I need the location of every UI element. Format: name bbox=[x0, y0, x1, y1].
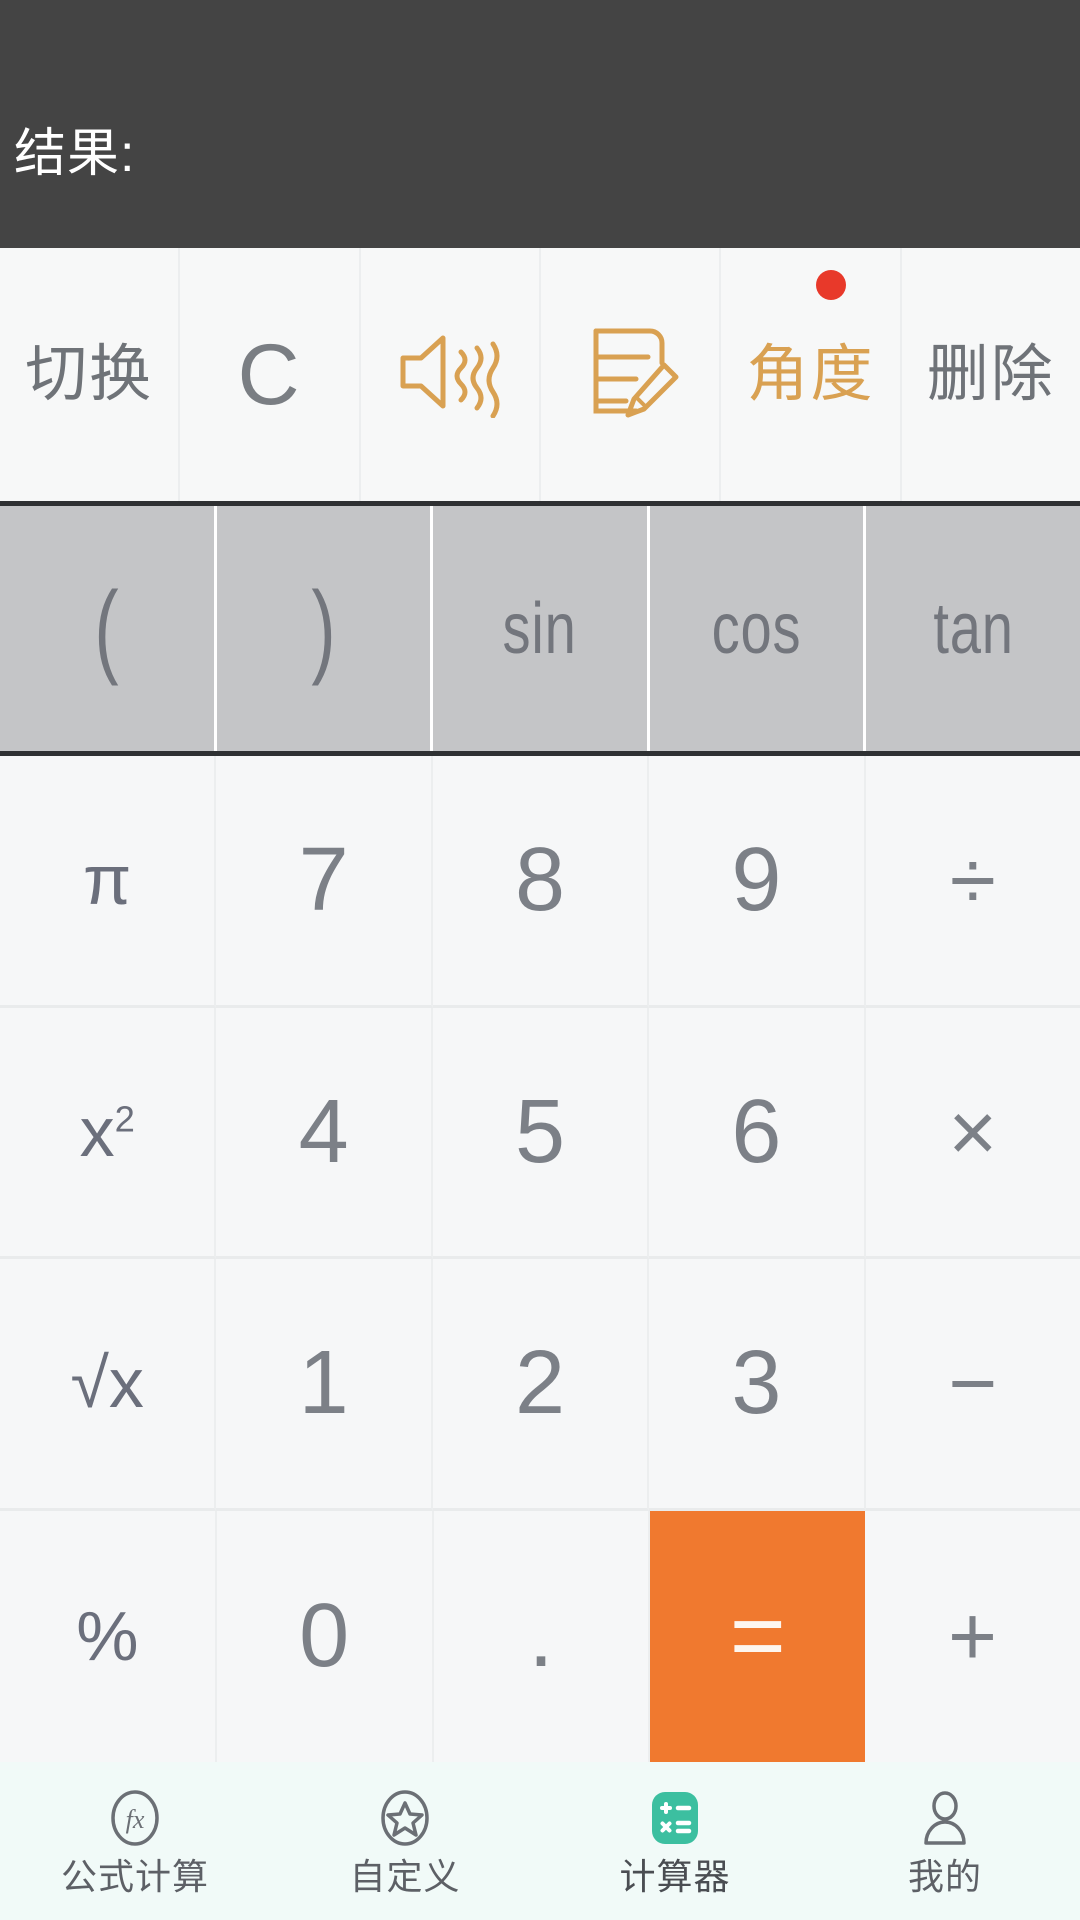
toolbar-switch-button[interactable]: 切换 bbox=[0, 248, 181, 501]
key-paren-open-label: ( bbox=[94, 570, 120, 687]
toolbar-note-button[interactable] bbox=[540, 248, 722, 501]
note-edit-icon bbox=[578, 317, 682, 432]
key-divide-label: ÷ bbox=[949, 833, 996, 928]
keypad-row: π 7 8 9 ÷ bbox=[0, 756, 1080, 1008]
key-multiply-label: × bbox=[948, 1084, 998, 1179]
angle-notification-badge bbox=[816, 270, 847, 300]
key-percent-label: % bbox=[76, 1597, 139, 1676]
nav-item-profile[interactable]: 我的 bbox=[810, 1762, 1080, 1920]
fx-circle-icon: fx bbox=[105, 1787, 165, 1849]
key-5-label: 5 bbox=[514, 1081, 566, 1182]
sound-vibrate-icon bbox=[391, 326, 509, 423]
key-4-label: 4 bbox=[298, 1081, 349, 1182]
key-1-label: 1 bbox=[298, 1333, 349, 1434]
keypad-row: % 0 . = + bbox=[0, 1510, 1080, 1762]
key-0[interactable]: 0 bbox=[216, 1510, 434, 1762]
key-pi[interactable]: π bbox=[0, 756, 217, 1008]
nav-item-calculator[interactable]: 计算器 bbox=[540, 1762, 810, 1920]
nav-item-custom-label: 自定义 bbox=[349, 1856, 461, 1897]
key-tan-label: tan bbox=[932, 588, 1014, 669]
nav-item-custom[interactable]: 自定义 bbox=[270, 1762, 540, 1920]
svg-text:fx: fx bbox=[126, 1805, 145, 1834]
key-4[interactable]: 4 bbox=[216, 1007, 433, 1259]
key-1[interactable]: 1 bbox=[216, 1259, 433, 1511]
key-9[interactable]: 9 bbox=[649, 756, 866, 1008]
key-percent[interactable]: % bbox=[0, 1510, 217, 1762]
function-row: ( ) sin cos tan bbox=[0, 506, 1080, 756]
key-9-label: 9 bbox=[731, 830, 782, 931]
key-3[interactable]: 3 bbox=[649, 1259, 866, 1511]
keypad-row: x2 4 5 6 × bbox=[0, 1007, 1080, 1259]
key-equals-label: = bbox=[729, 1582, 786, 1690]
display-result-label: 结果: bbox=[14, 125, 136, 183]
toolbar-clear-label: C bbox=[237, 326, 302, 423]
toolbar-delete-label: 删除 bbox=[926, 339, 1055, 409]
key-decimal-point[interactable]: . bbox=[433, 1510, 651, 1762]
key-decimal-point-label: . bbox=[528, 1586, 554, 1687]
nav-item-profile-label: 我的 bbox=[907, 1856, 982, 1897]
key-3-label: 3 bbox=[731, 1333, 782, 1434]
key-2-label: 2 bbox=[514, 1333, 566, 1434]
key-paren-close-label: ) bbox=[310, 570, 336, 687]
person-icon bbox=[915, 1787, 975, 1849]
key-6[interactable]: 6 bbox=[649, 1007, 866, 1259]
key-square[interactable]: x2 bbox=[0, 1007, 217, 1259]
key-sin[interactable]: sin bbox=[433, 506, 650, 751]
key-multiply[interactable]: × bbox=[865, 1007, 1080, 1259]
key-minus-label: − bbox=[948, 1336, 998, 1431]
key-square-label: x2 bbox=[79, 1092, 135, 1171]
key-equals[interactable]: = bbox=[650, 1510, 866, 1762]
key-0-label: 0 bbox=[299, 1586, 350, 1687]
bottom-navigation: fx 公式计算 自定义 计算器 我的 bbox=[0, 1762, 1080, 1920]
toolbar-sound-button[interactable] bbox=[360, 248, 541, 501]
key-pi-label: π bbox=[83, 841, 132, 920]
nav-item-calculator-label: 计算器 bbox=[619, 1856, 731, 1897]
calculator-icon bbox=[645, 1787, 705, 1849]
keypad: π 7 8 9 ÷ x2 4 5 6 × √x 1 2 3 − % 0 . = … bbox=[0, 756, 1080, 1762]
key-sin-label: sin bbox=[502, 588, 578, 669]
toolbar: 切换 C 角度 删除 bbox=[0, 248, 1080, 506]
key-5[interactable]: 5 bbox=[432, 1007, 650, 1259]
key-square-root[interactable]: √x bbox=[0, 1259, 217, 1511]
key-8[interactable]: 8 bbox=[432, 756, 650, 1008]
key-tan[interactable]: tan bbox=[866, 506, 1080, 751]
key-paren-close[interactable]: ) bbox=[216, 506, 434, 751]
toolbar-clear-button[interactable]: C bbox=[180, 248, 361, 501]
toolbar-switch-label: 切换 bbox=[25, 339, 154, 409]
calculator-app: 结果: 切换 C 角度 删除 () sin cos tan π 7 8 9 ÷… bbox=[0, 0, 1080, 1920]
key-minus[interactable]: − bbox=[865, 1259, 1080, 1511]
display-area: 结果: bbox=[0, 0, 1080, 248]
key-cos[interactable]: cos bbox=[649, 506, 867, 751]
key-paren-open[interactable]: ( bbox=[0, 506, 217, 751]
toolbar-angle-button[interactable]: 角度 bbox=[721, 248, 902, 501]
nav-item-formula-calc-label: 公式计算 bbox=[60, 1856, 209, 1897]
keypad-row: √x 1 2 3 − bbox=[0, 1259, 1080, 1511]
key-7-label: 7 bbox=[298, 830, 349, 931]
key-8-label: 8 bbox=[514, 830, 566, 931]
key-plus-label: + bbox=[948, 1589, 998, 1684]
key-6-label: 6 bbox=[731, 1081, 782, 1182]
toolbar-delete-button[interactable]: 删除 bbox=[901, 248, 1080, 501]
key-divide[interactable]: ÷ bbox=[865, 756, 1080, 1008]
key-cos-label: cos bbox=[711, 588, 802, 669]
toolbar-angle-label: 角度 bbox=[746, 339, 875, 409]
star-circle-icon bbox=[375, 1787, 435, 1849]
key-plus[interactable]: + bbox=[865, 1510, 1080, 1762]
key-7[interactable]: 7 bbox=[216, 756, 433, 1008]
key-2[interactable]: 2 bbox=[432, 1259, 650, 1511]
key-square-root-label: √x bbox=[70, 1344, 144, 1423]
nav-item-formula-calc[interactable]: fx 公式计算 bbox=[0, 1762, 270, 1920]
